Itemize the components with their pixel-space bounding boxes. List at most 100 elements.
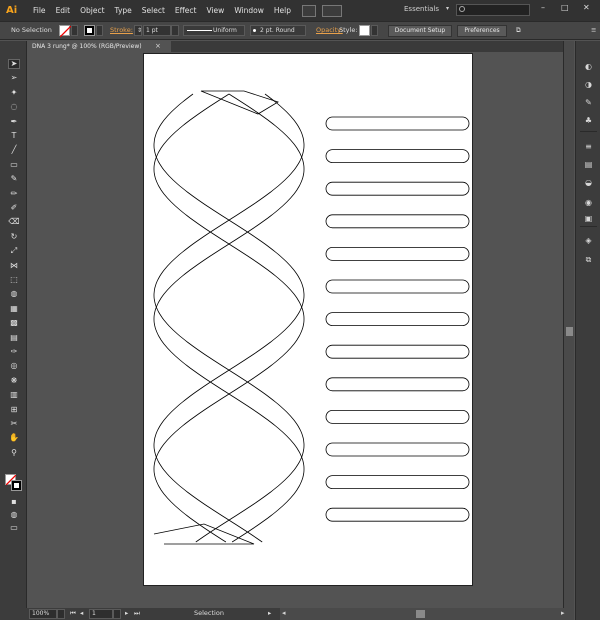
scroll-right-icon[interactable]: ▸ xyxy=(561,609,565,617)
close-button[interactable]: ✕ xyxy=(583,3,590,12)
dna-rung[interactable] xyxy=(325,442,470,457)
artboard-dropdown[interactable] xyxy=(113,609,121,619)
scroll-left-icon[interactable]: ◂ xyxy=(282,609,286,617)
scale-icon[interactable]: ⤢ xyxy=(8,246,20,256)
stroke-weight-field[interactable]: 1 pt xyxy=(143,25,171,36)
dna-rung[interactable] xyxy=(325,181,470,196)
zoom-icon[interactable]: ⚲ xyxy=(8,448,20,458)
document-setup-button[interactable]: Document Setup xyxy=(388,25,452,37)
blob-brush-icon[interactable]: ✐ xyxy=(8,203,20,213)
dna-rung[interactable] xyxy=(325,246,470,261)
menu-effect[interactable]: Effect xyxy=(170,6,202,15)
menu-view[interactable]: View xyxy=(202,6,230,15)
dna-rung[interactable] xyxy=(325,409,470,424)
bridge-button[interactable] xyxy=(302,4,316,17)
color-guide-icon[interactable]: ◑ xyxy=(583,79,594,89)
stroke-swatch[interactable] xyxy=(84,25,95,36)
screen-mode-icon[interactable]: ▭ xyxy=(8,523,20,533)
magic-wand-icon[interactable]: ✦ xyxy=(8,88,20,98)
dna-rung[interactable] xyxy=(325,312,470,327)
stroke-weight-stepper[interactable]: ⇕ xyxy=(134,25,142,36)
rotate-icon[interactable]: ↻ xyxy=(8,232,20,242)
dna-rung[interactable] xyxy=(325,279,470,294)
stroke-swatch-large[interactable] xyxy=(11,480,22,491)
perspective-icon[interactable]: ▦ xyxy=(8,304,20,314)
artboard-number-field[interactable]: 1 xyxy=(89,609,113,619)
graphic-style-swatch[interactable] xyxy=(359,25,370,36)
rectangle-icon[interactable]: ▭ xyxy=(8,160,20,170)
graph-icon[interactable]: ▥ xyxy=(8,390,20,400)
status-menu-icon[interactable]: ▸ xyxy=(268,609,271,617)
menu-select[interactable]: Select xyxy=(137,6,170,15)
dna-rung[interactable] xyxy=(325,377,470,392)
helix-strand-b-edge[interactable] xyxy=(153,93,305,543)
menu-edit[interactable]: Edit xyxy=(51,6,76,15)
dna-rung[interactable] xyxy=(325,475,470,490)
chevron-down-icon[interactable]: ▾ xyxy=(446,5,449,12)
dna-rung[interactable] xyxy=(325,116,470,131)
close-icon[interactable]: × xyxy=(155,41,161,52)
variable-width-profile[interactable]: Uniform xyxy=(183,25,245,36)
brushes-icon[interactable]: ✎ xyxy=(583,97,594,107)
stroke-weight-dropdown[interactable] xyxy=(171,25,179,36)
color-mode-icon[interactable]: ▪ xyxy=(8,497,20,507)
slice-icon[interactable]: ✂ xyxy=(8,419,20,429)
helix-strand-a[interactable] xyxy=(153,93,305,543)
fill-dropdown[interactable] xyxy=(71,25,78,36)
document-tab[interactable]: DNA 3 rung* @ 100% (RGB/Preview) × xyxy=(27,41,171,52)
type-icon[interactable]: T xyxy=(8,131,20,141)
canvas[interactable] xyxy=(27,52,563,607)
artboard[interactable] xyxy=(143,53,473,586)
workspace-switcher[interactable]: Essentials xyxy=(404,5,439,13)
free-transform-icon[interactable]: ⬚ xyxy=(8,275,20,285)
first-artboard-icon[interactable]: ⏮ xyxy=(70,609,76,618)
blend-icon[interactable]: ◎ xyxy=(8,361,20,371)
selection-icon[interactable]: ➤ xyxy=(8,59,20,69)
menu-file[interactable]: File xyxy=(28,6,51,15)
paintbrush-icon[interactable]: ✎ xyxy=(8,174,20,184)
fill-stroke-swatches[interactable] xyxy=(5,474,22,491)
brush-definition[interactable]: 2 pt. Round xyxy=(250,25,306,36)
eyedropper-icon[interactable]: ✑ xyxy=(8,347,20,357)
dna-rung[interactable] xyxy=(325,344,470,359)
eraser-icon[interactable]: ⌫ xyxy=(8,217,20,227)
artboard-icon[interactable]: ⊞ xyxy=(8,405,20,415)
zoom-dropdown[interactable] xyxy=(57,609,65,619)
search-input[interactable] xyxy=(456,4,530,16)
helix-bottom-cap[interactable] xyxy=(153,523,255,545)
graphic-styles-icon[interactable]: ▣ xyxy=(583,213,594,223)
menu-object[interactable]: Object xyxy=(75,6,109,15)
horizontal-scroll-thumb[interactable] xyxy=(416,610,425,618)
menu-type[interactable]: Type xyxy=(110,6,137,15)
helix-top-cap[interactable] xyxy=(200,90,279,115)
layers-icon[interactable]: ◈ xyxy=(583,235,594,245)
isolate-icon[interactable]: ⧉ xyxy=(516,26,521,35)
stroke-dropdown[interactable] xyxy=(96,25,103,36)
drawing-mode-icon[interactable]: ◍ xyxy=(8,510,20,520)
transparency-icon[interactable]: ◒ xyxy=(583,177,594,187)
pen-icon[interactable]: ✒ xyxy=(8,117,20,127)
mesh-icon[interactable]: ▩ xyxy=(8,318,20,328)
next-artboard-icon[interactable]: ▸ xyxy=(125,609,128,617)
fill-swatch[interactable] xyxy=(59,25,72,38)
panel-menu-icon[interactable]: ≡ xyxy=(591,26,596,34)
shape-builder-icon[interactable]: ◍ xyxy=(8,289,20,299)
menu-window[interactable]: Window xyxy=(229,6,269,15)
last-artboard-icon[interactable]: ⏭ xyxy=(134,609,140,618)
dna-rung[interactable] xyxy=(325,507,470,522)
line-icon[interactable]: ╱ xyxy=(8,145,20,155)
artboards-icon[interactable]: ⧉ xyxy=(583,255,594,265)
pencil-icon[interactable]: ✏ xyxy=(8,189,20,199)
helix-strand-a-edge[interactable] xyxy=(153,93,305,543)
horizontal-scrollbar[interactable]: ◂ ▸ xyxy=(280,608,574,620)
menu-help[interactable]: Help xyxy=(269,6,296,15)
stroke-icon[interactable]: ≡ xyxy=(583,141,594,151)
symbols-icon[interactable]: ♣ xyxy=(583,115,594,125)
vertical-scrollbar[interactable] xyxy=(563,41,574,608)
preferences-button[interactable]: Preferences xyxy=(457,25,507,37)
symbol-sprayer-icon[interactable]: ❋ xyxy=(8,376,20,386)
hand-icon[interactable]: ✋ xyxy=(8,433,20,443)
gradient-icon[interactable]: ▤ xyxy=(8,333,20,343)
graphic-style-dropdown[interactable] xyxy=(371,25,378,36)
restore-button[interactable]: □ xyxy=(561,3,569,12)
